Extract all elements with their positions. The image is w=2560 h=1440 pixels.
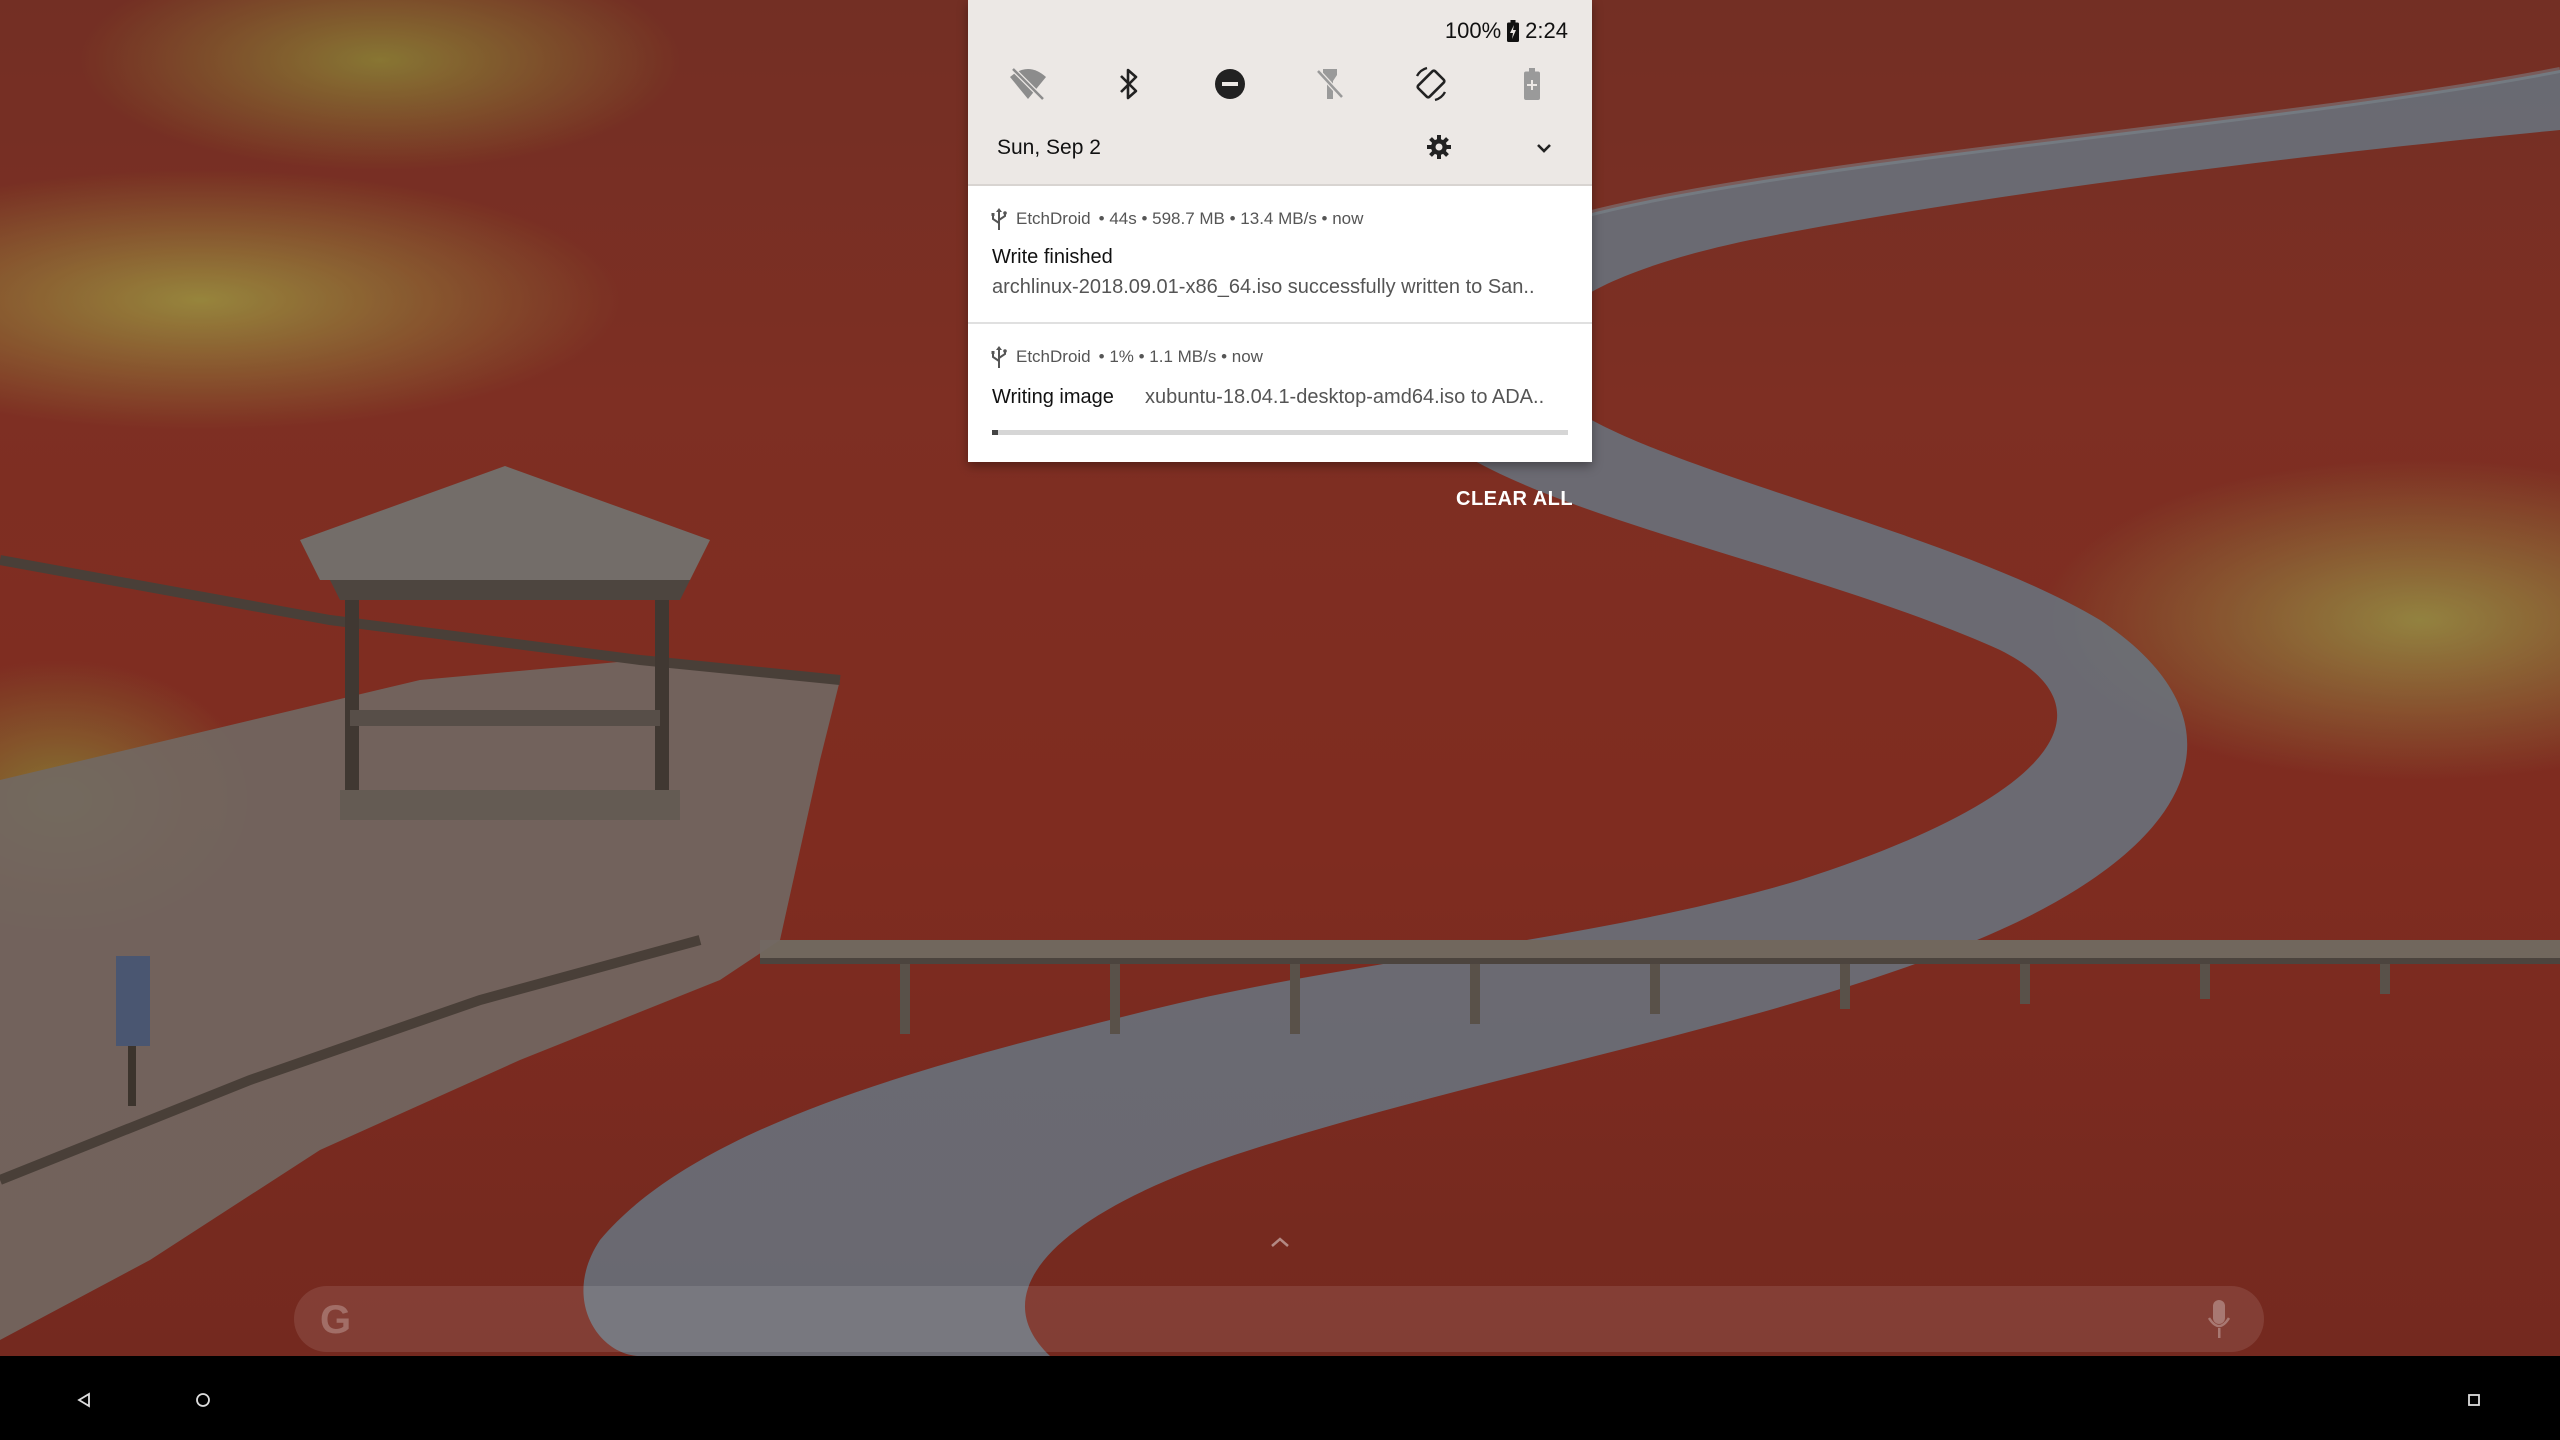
notification-app-name: EtchDroid	[1016, 347, 1091, 366]
navigation-bar	[0, 1356, 2560, 1440]
battery-percent: 100%	[1444, 18, 1502, 43]
notification-header: EtchDroid • 44s • 598.7 MB • 13.4 MB/s •…	[990, 208, 1363, 230]
flashlight-off-icon[interactable]	[1308, 62, 1352, 106]
recents-button[interactable]	[2454, 1380, 2494, 1420]
recents-square-icon	[2468, 1394, 2480, 1406]
status-bar: 100% 2:24	[1445, 16, 1568, 46]
wifi-off-icon[interactable]	[1006, 62, 1050, 106]
back-triangle-icon	[77, 1392, 90, 1408]
notification-meta: • 44s • 598.7 MB • 13.4 MB/s • now	[1098, 209, 1364, 228]
clear-all-button[interactable]: CLEAR ALL	[1456, 488, 1573, 511]
notification-title: Write finished	[992, 246, 1113, 268]
home-button[interactable]	[183, 1380, 223, 1420]
clock: 2:24	[1525, 18, 1568, 43]
notification-text: xubuntu-18.04.1-desktop-amd64.iso to ADA…	[1145, 386, 1545, 408]
battery-charging-icon	[1507, 20, 1520, 42]
write-progress-bar	[992, 430, 1568, 435]
quick-settings-tiles	[1006, 62, 1554, 106]
bluetooth-icon[interactable]	[1107, 62, 1151, 106]
usb-icon	[990, 208, 1008, 230]
auto-rotate-icon[interactable]	[1409, 62, 1453, 106]
microphone-icon[interactable]	[2207, 1300, 2231, 1338]
notification-title: Writing image	[992, 386, 1114, 408]
back-button[interactable]	[64, 1380, 104, 1420]
notification-meta: • 1% • 1.1 MB/s • now	[1098, 347, 1263, 366]
notification-header: EtchDroid • 1% • 1.1 MB/s • now	[990, 346, 1263, 368]
settings-gear-icon[interactable]	[1426, 134, 1452, 160]
notification-text: archlinux-2018.09.01-x86_64.iso successf…	[992, 276, 1535, 298]
google-search-bar[interactable]: G	[294, 1286, 2264, 1352]
usb-icon	[990, 346, 1008, 368]
home-circle-icon	[196, 1393, 210, 1407]
google-logo-icon: G	[320, 1298, 352, 1342]
notification-app-name: EtchDroid	[1016, 209, 1091, 228]
notification-write-finished[interactable]: EtchDroid • 44s • 598.7 MB • 13.4 MB/s •…	[968, 186, 1592, 324]
battery-saver-icon[interactable]	[1510, 62, 1554, 106]
quick-settings-panel: 100% 2:24 Sun, Sep 2	[968, 0, 1592, 186]
app-drawer-chevron-up-icon[interactable]	[1268, 1234, 1292, 1250]
write-progress-fill	[992, 430, 998, 435]
date-label: Sun, Sep 2	[997, 136, 1101, 159]
do-not-disturb-icon[interactable]	[1208, 62, 1252, 106]
expand-chevron-down-icon[interactable]	[1534, 138, 1554, 158]
notification-writing-image[interactable]: EtchDroid • 1% • 1.1 MB/s • now Writing …	[968, 324, 1592, 462]
notification-shade: 100% 2:24 Sun, Sep 2 EtchDroid • 44s • 5…	[968, 0, 1592, 462]
